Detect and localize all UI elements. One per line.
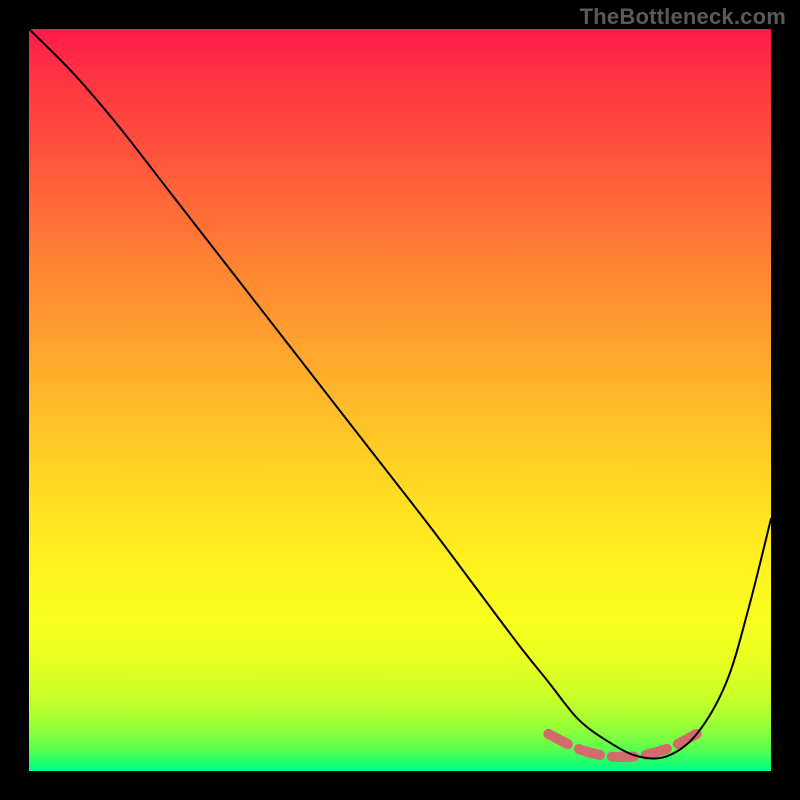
chart-frame: TheBottleneck.com [0, 0, 800, 800]
plot-area [29, 29, 771, 771]
curve-svg [29, 29, 771, 771]
watermark-text: TheBottleneck.com [580, 4, 786, 30]
bottleneck-curve-line [29, 29, 771, 759]
